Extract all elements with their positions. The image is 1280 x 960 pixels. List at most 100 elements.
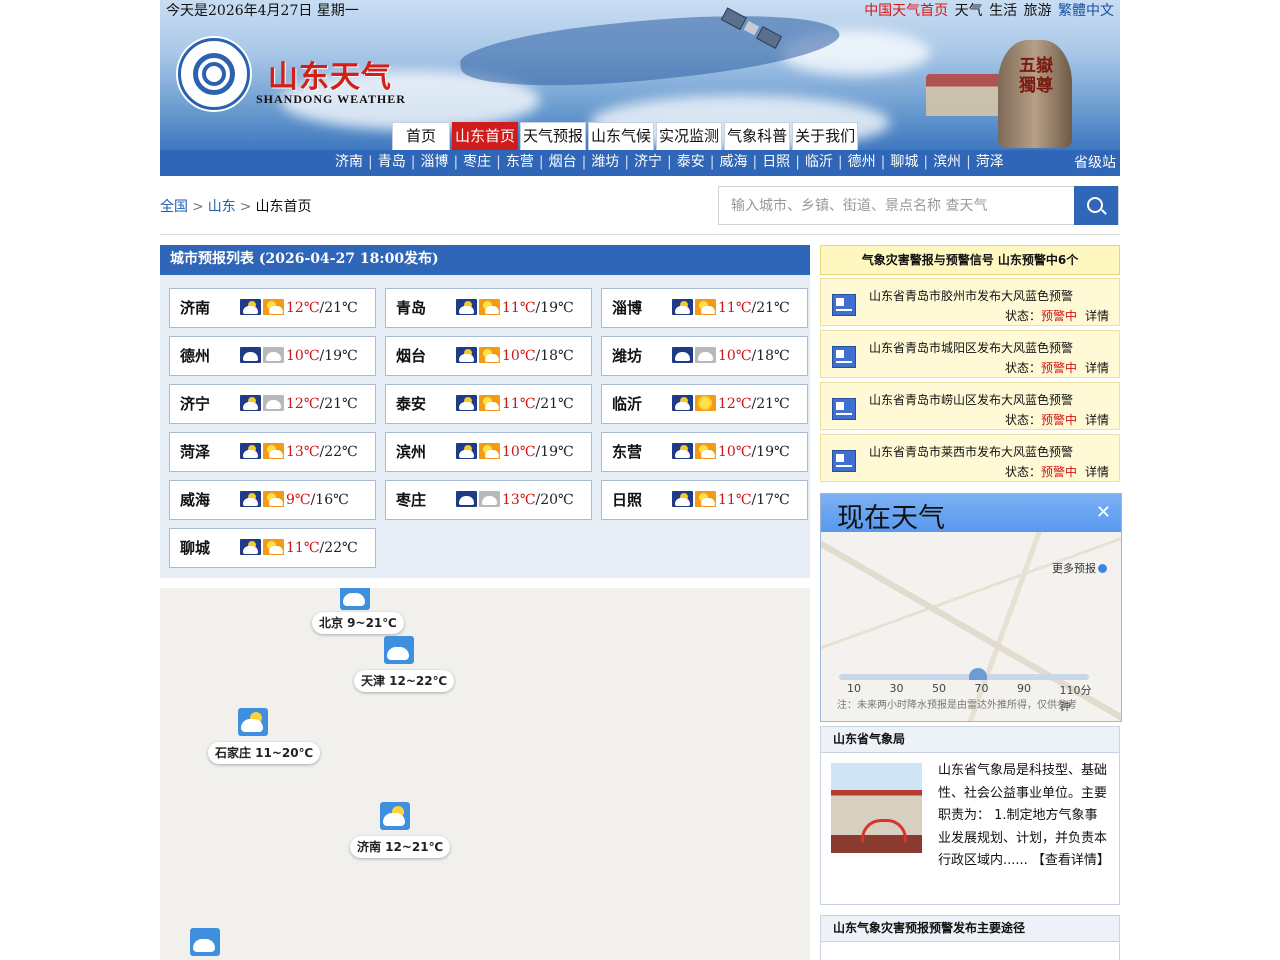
search-input[interactable] [719,187,1075,224]
city-link[interactable]: 日照 [761,150,791,175]
city-forecast-card[interactable]: 滨州 10℃/19℃ [385,432,592,472]
city-link[interactable]: 聊城 [889,150,919,175]
city-forecast-card[interactable]: 菏泽 13℃/22℃ [169,432,376,472]
warning-header[interactable]: 气象灾害警报与预警信号 山东预警中6个 [820,245,1120,275]
city-forecast-card[interactable]: 青岛 11℃/19℃ [385,288,592,328]
city-name[interactable]: 济宁 [180,385,210,423]
city-link[interactable]: 济南 [334,150,364,175]
city-forecast-card[interactable]: 烟台 10℃/18℃ [385,336,592,376]
city-forecast-card[interactable]: 东营 10℃/19℃ [601,432,808,472]
close-icon[interactable]: ✕ [1096,502,1111,523]
city-name[interactable]: 潍坊 [612,337,642,375]
warning-item[interactable]: 山东省青岛市城阳区发布大风蓝色预警 状态：预警中 详情 [820,330,1120,378]
city-forecast-card[interactable]: 枣庄 13℃/20℃ [385,480,592,520]
bureau-building-photo[interactable] [831,763,922,853]
map-city-label[interactable]: 北京 9~21℃ [312,612,404,634]
search-button[interactable] [1074,186,1118,225]
warning-detail-link[interactable]: 详情 [1085,411,1109,428]
warning-detail-link[interactable]: 详情 [1085,463,1109,480]
city-name[interactable]: 济南 [180,289,210,327]
city-name[interactable]: 日照 [612,481,642,519]
nav-home[interactable]: 首页 [392,122,450,150]
city-name[interactable]: 滨州 [396,433,426,471]
city-link[interactable]: 潍坊 [590,150,620,175]
partly-cloudy-icon[interactable] [238,708,268,736]
city-link[interactable]: 东营 [505,150,535,175]
partly-cloudy-icon[interactable] [380,802,410,830]
city-forecast-card[interactable]: 临沂 12℃/21℃ [601,384,808,424]
city-link[interactable]: 菏泽 [975,150,1005,175]
map-city-label[interactable]: 天津 12~22℃ [354,670,455,692]
nav-forecast[interactable]: 天气预报 [520,122,587,150]
site-title[interactable]: 山东天气 [268,52,392,96]
map-city-label[interactable]: 石家庄 11~20℃ [208,742,321,764]
link-traditional-chinese[interactable]: 繁體中文 [1058,3,1114,19]
link-travel[interactable]: 旅游 [1024,3,1052,19]
city-link[interactable]: 临沂 [804,150,834,175]
link-life[interactable]: 生活 [989,3,1017,19]
warning-item[interactable]: 山东省青岛市胶州市发布大风蓝色预警 状态：预警中 详情 [820,278,1120,326]
warning-text[interactable]: 山东省青岛市崂山区发布大风蓝色预警 [869,391,1073,408]
temperature: 11℃/17℃ [718,481,790,519]
nav-climate[interactable]: 山东气候 [588,122,655,150]
more-forecast-link[interactable]: 更多预报 [1052,560,1107,576]
warning-text[interactable]: 山东省青岛市莱西市发布大风蓝色预警 [869,443,1073,460]
warning-detail-link[interactable]: 详情 [1085,359,1109,376]
nav-science[interactable]: 气象科普 [724,122,791,150]
city-name[interactable]: 东营 [612,433,642,471]
nav-about[interactable]: 关于我们 [792,122,859,150]
city-link[interactable]: 滨州 [932,150,962,175]
city-forecast-card[interactable]: 济宁 12℃/21℃ [169,384,376,424]
city-link[interactable]: 济宁 [633,150,663,175]
breadcrumb-national[interactable]: 全国 [160,199,188,215]
breadcrumb-shandong[interactable]: 山东 [208,199,236,215]
city-name[interactable]: 青岛 [396,289,426,327]
city-name[interactable]: 聊城 [180,529,210,567]
city-name[interactable]: 淄博 [612,289,642,327]
city-link[interactable]: 泰安 [676,150,706,175]
city-link[interactable]: 烟台 [548,150,578,175]
map-city-label[interactable]: 济南 12~21℃ [350,836,451,858]
cloudy-icon[interactable] [384,636,414,664]
temp-low: 10℃ [718,348,752,364]
city-link[interactable]: 枣庄 [462,150,492,175]
temperature: 12℃/21℃ [718,385,790,423]
city-link[interactable]: 德州 [847,150,877,175]
timeline-handle[interactable] [969,668,987,680]
weather-icons [240,539,286,555]
cloudy-icon[interactable] [190,928,220,956]
city-forecast-card[interactable]: 济南 12℃/21℃ [169,288,376,328]
link-weather[interactable]: 天气 [955,3,983,19]
nav-monitoring[interactable]: 实况监测 [656,122,723,150]
province-site-link[interactable]: 省级站 [1074,151,1116,176]
warning-text[interactable]: 山东省青岛市城阳区发布大风蓝色预警 [869,339,1073,356]
city-name[interactable]: 烟台 [396,337,426,375]
weather-map[interactable]: 北京 9~21℃ 天津 12~22℃ 石家庄 11~20℃ 济南 12~21℃ [160,588,810,960]
city-name[interactable]: 临沂 [612,385,642,423]
link-china-weather-home[interactable]: 中国天气首页 [864,3,948,19]
city-forecast-card[interactable]: 德州 10℃/19℃ [169,336,376,376]
city-link[interactable]: 淄博 [419,150,449,175]
cloudy-icon[interactable] [340,588,370,610]
city-forecast-card[interactable]: 聊城 11℃/22℃ [169,528,376,568]
timeline-track[interactable] [839,674,1089,680]
city-forecast-card[interactable]: 淄博 11℃/21℃ [601,288,808,328]
warning-item[interactable]: 山东省青岛市莱西市发布大风蓝色预警 状态：预警中 详情 [820,434,1120,482]
city-forecast-card[interactable]: 威海 9℃/16℃ [169,480,376,520]
city-link[interactable]: 威海 [718,150,748,175]
warning-item[interactable]: 山东省青岛市崂山区发布大风蓝色预警 状态：预警中 详情 [820,382,1120,430]
warning-text[interactable]: 山东省青岛市胶州市发布大风蓝色预警 [869,287,1073,304]
city-forecast-card[interactable]: 泰安 11℃/21℃ [385,384,592,424]
city-name[interactable]: 德州 [180,337,210,375]
nav-shandong-home[interactable]: 山东首页 [452,122,519,150]
city-forecast-card[interactable]: 日照 11℃/17℃ [601,480,808,520]
warning-detail-link[interactable]: 详情 [1085,307,1109,324]
city-link[interactable]: 青岛 [377,150,407,175]
bureau-description[interactable]: 山东省气象局是科技型、基础性、社会公益事业单位。主要职责为： 1.制定地方气象事… [938,760,1110,873]
city-forecast-card[interactable]: 潍坊 10℃/18℃ [601,336,808,376]
city-name[interactable]: 枣庄 [396,481,426,519]
meteorological-logo[interactable] [178,38,250,110]
city-name[interactable]: 泰安 [396,385,426,423]
city-name[interactable]: 威海 [180,481,210,519]
city-name[interactable]: 菏泽 [180,433,210,471]
